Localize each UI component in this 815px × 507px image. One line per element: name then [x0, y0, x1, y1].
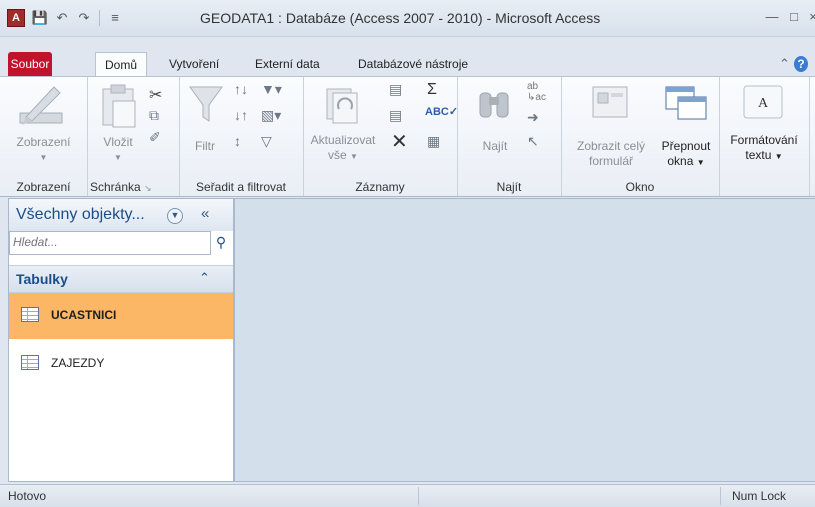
cut-icon[interactable]: ✂: [149, 85, 162, 105]
shutter-bar-collapse-icon[interactable]: «: [201, 205, 209, 222]
status-divider: [418, 487, 419, 505]
switch-windows-button[interactable]: Přepnout okna ▼: [655, 139, 717, 170]
delete-record-icon[interactable]: ✕: [391, 129, 408, 154]
num-lock-indicator: Num Lock: [732, 489, 787, 503]
refresh-all-button[interactable]: Aktualizovat vše ▼: [303, 133, 383, 164]
spelling-icon[interactable]: ABC✓: [425, 105, 458, 118]
navpane-dropdown-icon[interactable]: ▼: [167, 208, 183, 224]
nav-item-zajezdy[interactable]: ZAJEZDY: [9, 341, 233, 387]
quick-access-toolbar: 💾 ↶ ↷ ≡: [30, 8, 125, 28]
tab-soubor[interactable]: Soubor: [8, 52, 52, 76]
qat-divider: [99, 10, 100, 26]
more-icon[interactable]: ▦: [427, 133, 440, 150]
text-formatting-icon: A: [743, 85, 783, 119]
paste-button[interactable]: Vložit ▼: [89, 135, 147, 165]
text-formatting-button[interactable]: Formátování textu ▼: [719, 133, 809, 164]
select-icon[interactable]: ↖: [527, 133, 539, 150]
refresh-all-icon: [326, 88, 358, 124]
window-title: GEODATA1 : Databáze (Access 2007 - 2010)…: [200, 10, 601, 26]
search-icon[interactable]: ⚲: [211, 232, 231, 252]
minimize-icon[interactable]: —: [762, 8, 782, 26]
status-divider: [720, 487, 721, 505]
group-label: Zobrazení: [16, 180, 71, 194]
group-schranka: ✂ ⧉ ✐ Vložit ▼ Schránka ↘: [87, 77, 180, 196]
navigation-pane: Všechny objekty... ▼ « ⚲ Tabulky ⌃ UCAST…: [8, 198, 234, 482]
table-icon: [21, 355, 39, 370]
table-icon: [21, 307, 39, 322]
sort-descending-icon[interactable]: ↓↑: [234, 107, 248, 123]
group-label: Seřadit a filtrovat: [195, 180, 287, 194]
tab-databazove-nastroje[interactable]: Databázové nástroje: [351, 52, 475, 76]
goto-icon[interactable]: ➜: [527, 109, 539, 126]
undo-icon[interactable]: ↶: [52, 9, 72, 27]
tab-externi-data[interactable]: Externí data: [248, 52, 327, 76]
group-seradit-a-filtrovat: ↑↓ ↓↑ ↕ ▼▾ ▧▾ ▽ Filtr Seřadit a filtrova…: [179, 77, 304, 196]
dialog-launcher-icon[interactable]: ↘: [144, 183, 152, 193]
sort-ascending-icon[interactable]: ↑↓: [234, 81, 248, 97]
access-app-icon[interactable]: A: [7, 9, 25, 27]
save-icon[interactable]: 💾: [30, 9, 50, 27]
tab-vytvoreni[interactable]: Vytvoření: [162, 52, 226, 76]
group-zaznamy: ▤ ▤ ✕ Σ ABC✓ ▦ Aktualizovat vše ▼ Záznam…: [303, 77, 458, 196]
group-header-label: Tabulky: [16, 271, 68, 287]
maximize-icon[interactable]: □: [784, 8, 804, 26]
format-painter-icon[interactable]: ✐: [149, 129, 161, 146]
status-text: Hotovo: [8, 489, 47, 503]
filter-icon: [189, 86, 223, 122]
navpane-title[interactable]: Všechny objekty...: [16, 206, 145, 224]
switch-windows-icon: [665, 86, 707, 120]
document-workspace[interactable]: [234, 198, 815, 482]
group-label: Schránka ↘: [90, 180, 152, 194]
search-field[interactable]: [9, 231, 211, 255]
group-label: Najít: [496, 180, 522, 194]
group-label: Záznamy: [355, 180, 405, 194]
save-record-icon[interactable]: ▤: [389, 107, 402, 124]
group-formatovani: A Formátování textu ▼: [719, 77, 810, 196]
find-button[interactable]: Najít: [477, 139, 513, 154]
group-label: Okno: [625, 180, 655, 194]
binoculars-icon: [479, 92, 509, 118]
close-icon[interactable]: ×: [803, 8, 815, 26]
group-zobrazeni: Zobrazení ▼ Zobrazení: [0, 77, 88, 196]
selection-filter-icon[interactable]: ▼▾: [261, 81, 282, 98]
nav-item-ucastnici[interactable]: UCASTNICI: [9, 293, 233, 339]
ribbon: Zobrazení ▼ Zobrazení ✂ ⧉ ✐ Vložit ▼ Sch…: [0, 76, 815, 197]
copy-icon[interactable]: ⧉: [149, 107, 159, 124]
full-form-button[interactable]: Zobrazit celý formulář: [565, 139, 657, 169]
filter-button[interactable]: Filtr: [183, 139, 227, 154]
view-icon: [19, 86, 63, 125]
new-record-icon[interactable]: ▤: [389, 81, 402, 98]
totals-icon[interactable]: Σ: [427, 81, 437, 99]
collapse-group-icon[interactable]: ⌃: [199, 270, 210, 286]
search-input[interactable]: [13, 232, 203, 252]
ribbon-tabs: Soubor Domů Vytvoření Externí data Datab…: [0, 52, 815, 78]
paste-icon: [102, 84, 136, 128]
help-icon[interactable]: ?: [794, 56, 808, 72]
title-bar: A 💾 ↶ ↷ ≡ GEODATA1 : Databáze (Access 20…: [0, 0, 815, 37]
toggle-filter-icon[interactable]: ▽: [261, 133, 272, 150]
group-header-tables[interactable]: Tabulky ⌃: [9, 265, 233, 293]
advanced-filter-icon[interactable]: ▧▾: [261, 107, 281, 124]
group-okno: Zobrazit celý formulář Přepnout okna ▼ O…: [561, 77, 720, 196]
navpane-header[interactable]: Všechny objekty... ▼ «: [9, 199, 233, 231]
full-form-icon: [592, 86, 628, 118]
redo-icon[interactable]: ↷: [74, 9, 94, 27]
clear-sort-icon[interactable]: ↕: [234, 133, 241, 149]
view-button[interactable]: Zobrazení ▼: [0, 135, 87, 165]
group-najit: ab ↳ac ➜ ↖ Najít Najít: [457, 77, 562, 196]
tab-domu[interactable]: Domů: [95, 52, 147, 78]
svg-text:A: A: [758, 96, 769, 111]
customize-qat-icon[interactable]: ≡: [105, 9, 125, 27]
nav-item-label: UCASTNICI: [51, 308, 117, 322]
replace-icon[interactable]: ab ↳ac: [527, 81, 546, 103]
status-bar: Hotovo Num Lock: [0, 484, 815, 507]
nav-item-label: ZAJEZDY: [51, 356, 105, 370]
